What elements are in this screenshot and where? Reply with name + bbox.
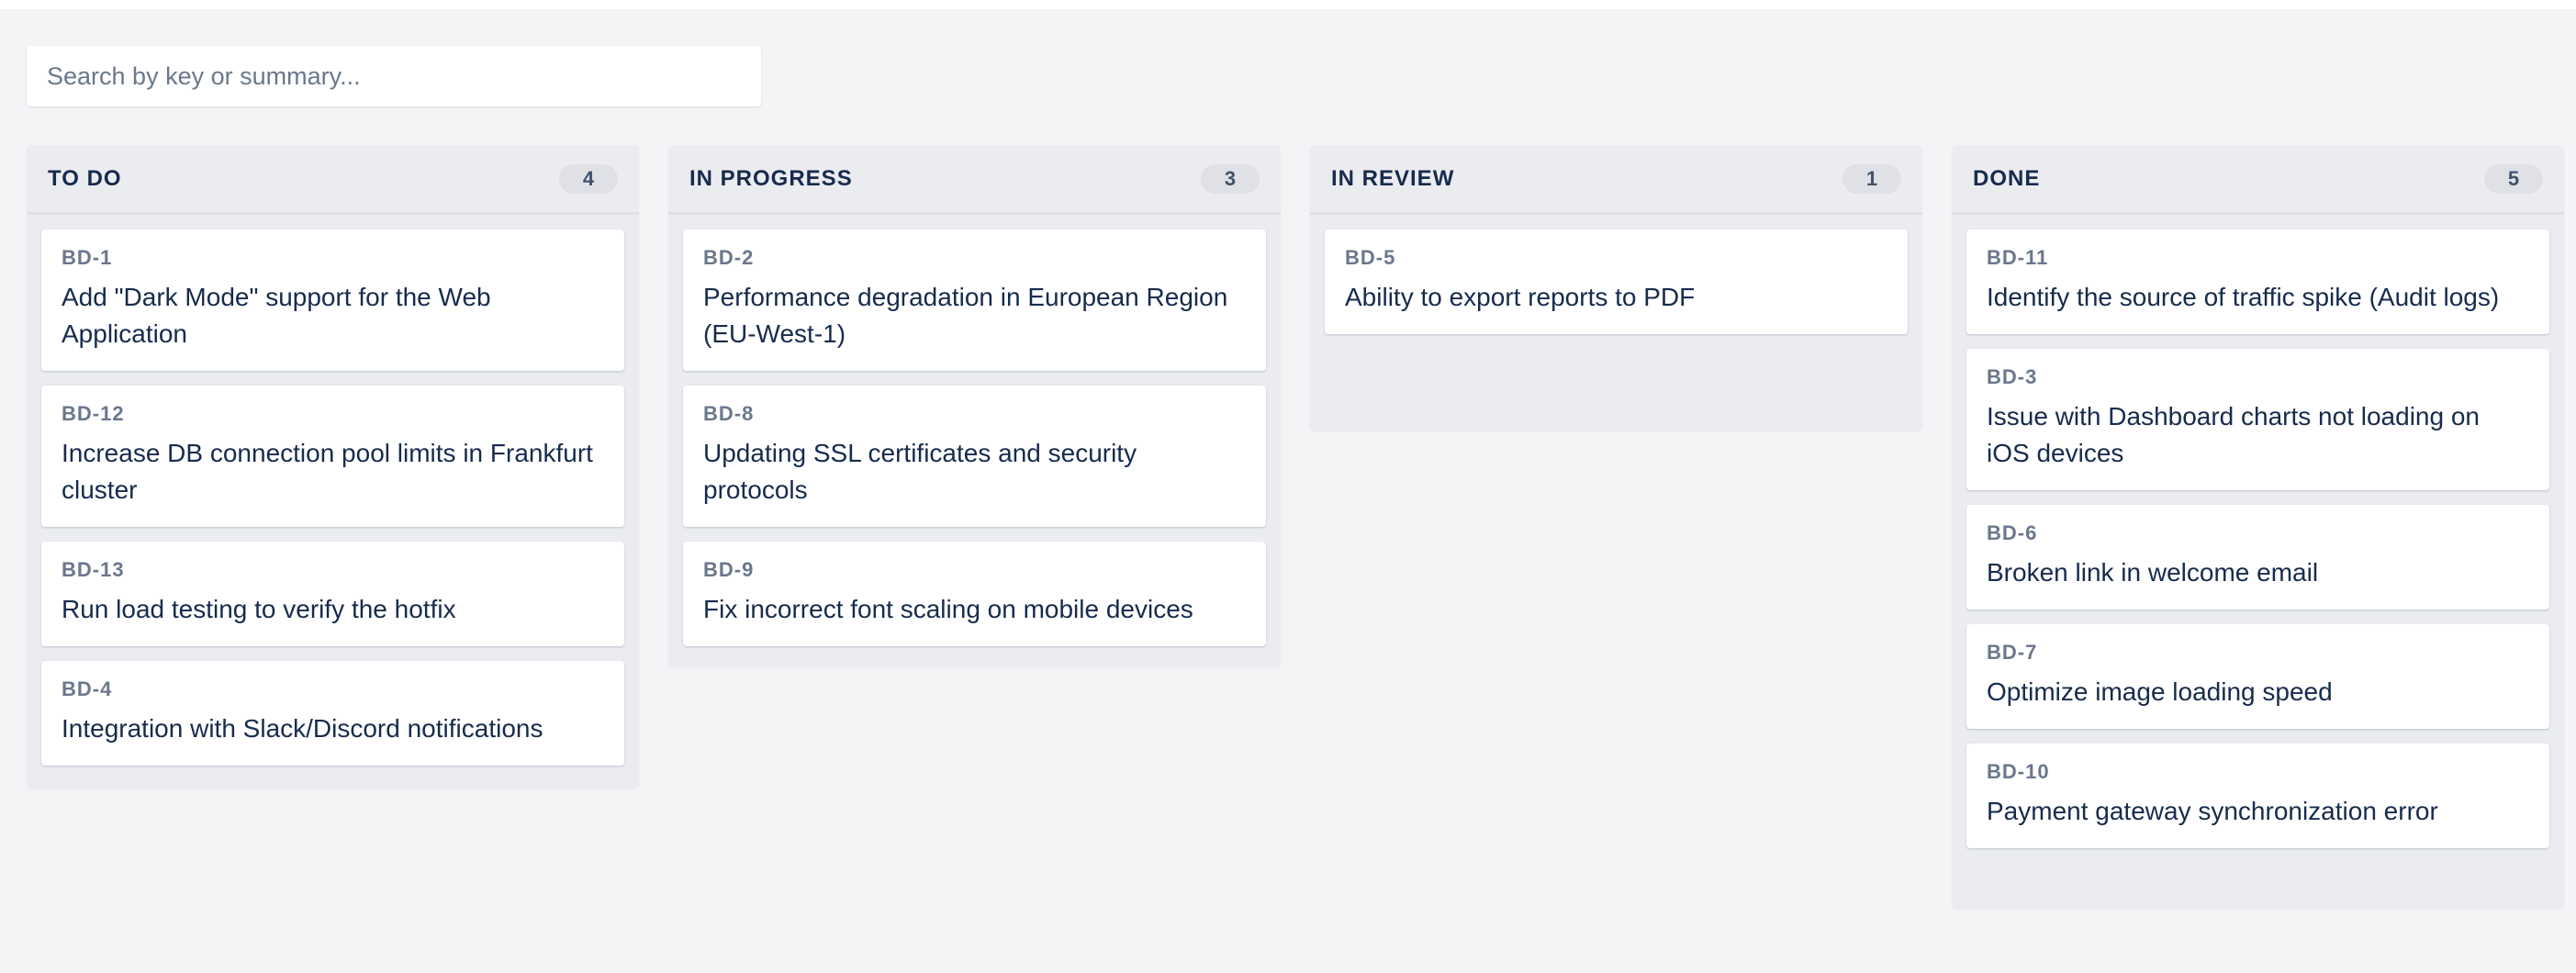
issue-key: BD-6	[1987, 521, 2038, 544]
search-input[interactable]	[47, 62, 741, 91]
issue-card[interactable]: BD-8 Updating SSL certificates and secur…	[683, 386, 1266, 527]
issue-key: BD-5	[1345, 246, 1396, 269]
issue-card[interactable]: BD-3 Issue with Dashboard charts not loa…	[1966, 349, 2549, 490]
issue-summary: Increase DB connection pool limits in Fr…	[62, 439, 593, 504]
kanban-board: TO DO 4 BD-1 Add "Dark Mode" support for…	[0, 9, 2576, 973]
column-title: IN PROGRESS	[689, 165, 853, 191]
issue-key: BD-12	[62, 402, 125, 425]
issue-card[interactable]: BD-11 Identify the source of traffic spi…	[1966, 229, 2549, 334]
issue-key: BD-4	[62, 677, 113, 700]
issue-card[interactable]: BD-13 Run load testing to verify the hot…	[41, 542, 624, 646]
issue-key: BD-3	[1987, 365, 2038, 388]
issue-summary: Issue with Dashboard charts not loading …	[1987, 402, 2480, 467]
issue-count-badge: 1	[1842, 163, 1901, 194]
issue-key: BD-13	[62, 558, 125, 581]
column-title: IN REVIEW	[1331, 165, 1455, 191]
card-list: BD-1 Add "Dark Mode" support for the Web…	[27, 215, 639, 795]
issue-summary: Broken link in welcome email	[1987, 558, 2319, 587]
issue-key: BD-9	[703, 558, 755, 581]
issue-key: BD-1	[62, 246, 113, 269]
issue-key: BD-11	[1987, 246, 2049, 269]
card-list: BD-5 Ability to export reports to PDF	[1310, 215, 1922, 363]
issue-key: BD-2	[703, 246, 755, 269]
issue-card[interactable]: BD-10 Payment gateway synchronization er…	[1966, 744, 2549, 848]
issue-summary: Optimize image loading speed	[1987, 677, 2333, 706]
issue-card[interactable]: BD-5 Ability to export reports to PDF	[1325, 229, 1908, 334]
column-in-review: IN REVIEW 1 BD-5 Ability to export repor…	[1310, 145, 1922, 431]
column-header: IN PROGRESS 3	[668, 145, 1281, 215]
column-done: DONE 5 BD-11 Identify the source of traf…	[1952, 145, 2564, 909]
card-list: BD-2 Performance degradation in European…	[668, 215, 1281, 676]
issue-summary: Performance degradation in European Regi…	[703, 283, 1228, 348]
issue-summary: Ability to export reports to PDF	[1345, 283, 1696, 311]
issue-card[interactable]: BD-9 Fix incorrect font scaling on mobil…	[683, 542, 1266, 646]
issue-summary: Updating SSL certificates and security p…	[703, 439, 1137, 504]
issue-summary: Identify the source of traffic spike (Au…	[1987, 283, 2500, 311]
issue-summary: Fix incorrect font scaling on mobile dev…	[703, 595, 1193, 623]
column-in-progress: IN PROGRESS 3 BD-2 Performance degradati…	[668, 145, 1281, 667]
issue-summary: Integration with Slack/Discord notificat…	[62, 714, 543, 743]
issue-card[interactable]: BD-1 Add "Dark Mode" support for the Web…	[41, 229, 624, 371]
issue-card[interactable]: BD-6 Broken link in welcome email	[1966, 505, 2549, 610]
issue-card[interactable]: BD-7 Optimize image loading speed	[1966, 624, 2549, 729]
column-header: IN REVIEW 1	[1310, 145, 1922, 215]
issue-count-badge: 3	[1201, 163, 1260, 194]
column-title: DONE	[1973, 165, 2041, 191]
issue-card[interactable]: BD-2 Performance degradation in European…	[683, 229, 1266, 371]
issue-count-badge: 5	[2484, 163, 2543, 194]
search-box[interactable]	[27, 46, 761, 106]
top-bar	[0, 0, 2576, 9]
issue-card[interactable]: BD-4 Integration with Slack/Discord noti…	[41, 661, 624, 766]
issue-key: BD-7	[1987, 641, 2038, 664]
column-header: DONE 5	[1952, 145, 2564, 215]
issue-count-badge: 4	[559, 163, 618, 194]
card-list: BD-11 Identify the source of traffic spi…	[1952, 215, 2564, 878]
issue-summary: Add "Dark Mode" support for the Web Appl…	[62, 283, 491, 348]
issue-key: BD-10	[1987, 760, 2050, 783]
column-header: TO DO 4	[27, 145, 639, 215]
issue-key: BD-8	[703, 402, 755, 425]
issue-summary: Payment gateway synchronization error	[1987, 797, 2438, 825]
issue-card[interactable]: BD-12 Increase DB connection pool limits…	[41, 386, 624, 527]
issue-summary: Run load testing to verify the hotfix	[62, 595, 456, 623]
column-title: TO DO	[48, 165, 122, 191]
column-todo: TO DO 4 BD-1 Add "Dark Mode" support for…	[27, 145, 639, 788]
